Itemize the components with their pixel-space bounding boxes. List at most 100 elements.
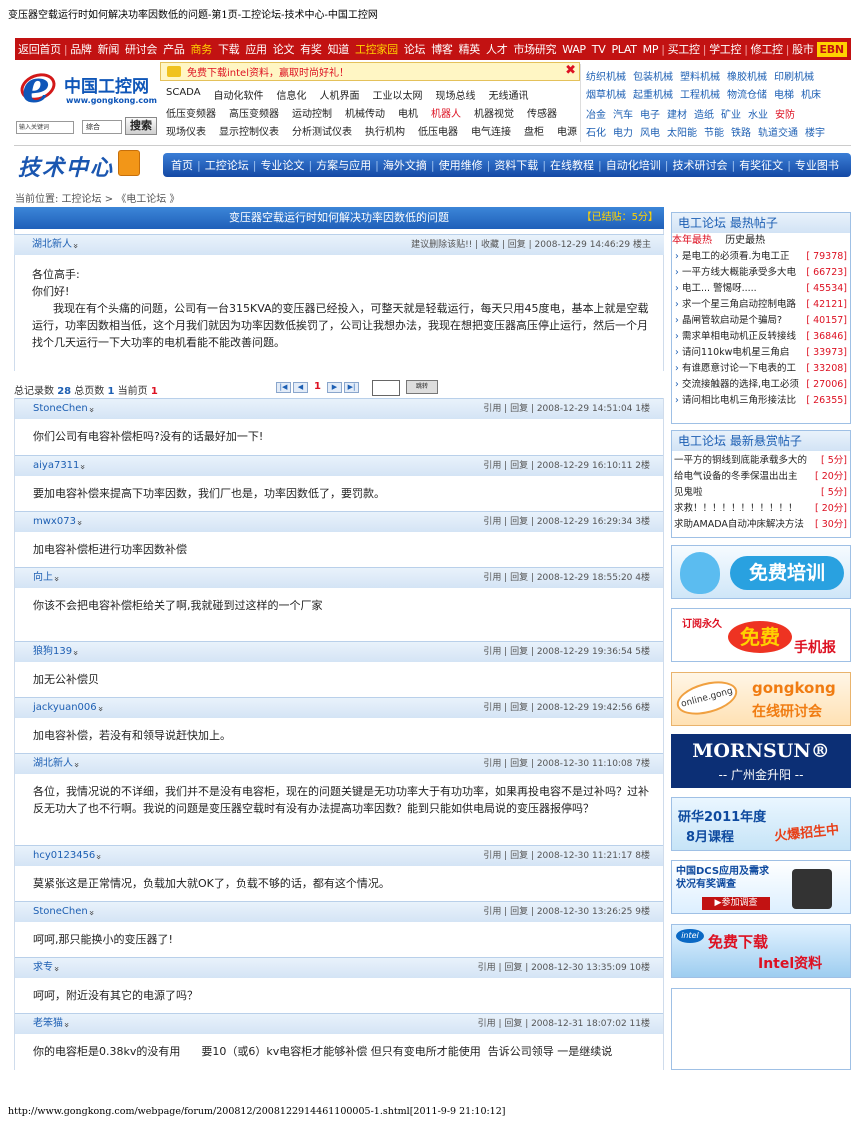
category-link[interactable]: 机器视觉 (474, 105, 514, 120)
hot-post-item[interactable]: 求一个星三角启动控制电路 [ 42121] (672, 297, 850, 313)
sub-nav-item[interactable]: 自动化培训 (602, 157, 665, 173)
category-link[interactable]: 运动控制 (292, 105, 332, 120)
reply-author-link[interactable]: 求专 (33, 958, 59, 978)
hot-post-title[interactable]: 请问相比电机三角形接法比 (682, 395, 796, 406)
reply-author-link[interactable]: jackyuan006 (33, 698, 102, 718)
top-nav-item[interactable]: 知道 (325, 41, 352, 57)
ad-dcs-button[interactable]: ▶参加调查 (702, 897, 770, 910)
op-post-meta[interactable]: 建议删除该贴!! | 收藏 | 回复 | 2008-12-29 14:46:29… (411, 235, 651, 255)
category-link[interactable]: 太阳能 (667, 128, 697, 139)
category-link[interactable]: 电梯 (774, 90, 794, 101)
category-link[interactable]: 起重机械 (633, 90, 673, 101)
ad-intel-download[interactable]: intel 免费下载 Intel资料 (671, 924, 851, 978)
category-link[interactable]: 冶金 (586, 110, 606, 121)
reward-post-title[interactable]: 给电气设备的冬季保温出出主 (674, 471, 798, 482)
reply-meta[interactable]: 引用 | 回复 | 2008-12-30 13:35:09 10楼 (478, 958, 650, 978)
sub-nav-item[interactable]: 专业论文 (256, 157, 308, 173)
reward-post-title[interactable]: 一平方的铜线到底能承载多大的 (674, 455, 807, 466)
hot-post-item[interactable]: 有谁愿意讨论一下电表的工 [ 33208] (672, 361, 850, 377)
reply-author-link[interactable]: StoneChen (33, 399, 93, 419)
reply-meta[interactable]: 引用 | 回复 | 2008-12-30 11:21:17 8楼 (483, 846, 650, 866)
category-link[interactable]: 现场总线 (436, 87, 476, 102)
category-link[interactable]: 工业以太网 (373, 87, 423, 102)
top-nav-item[interactable]: 返回首页 (15, 41, 64, 57)
top-nav-item[interactable]: 买工控 (665, 41, 703, 57)
reward-post-item[interactable]: 求助AMADA自动冲床解决方法 [ 30分] (672, 517, 850, 533)
sub-nav-item[interactable]: 资料下载 (490, 157, 542, 173)
top-nav-item[interactable]: 论文 (270, 41, 297, 57)
hot-post-item[interactable]: 是电工的必须看.为电工正 [ 79378] (672, 249, 850, 265)
reward-post-item[interactable]: 给电气设备的冬季保温出出主 [ 20分] (672, 469, 850, 485)
category-link[interactable]: 电子 (640, 110, 660, 121)
hot-post-title[interactable]: 需求单相电动机正反转接线 (682, 331, 796, 342)
hot-post-title[interactable]: 请问110kw电机星三角启 (682, 347, 789, 358)
reply-meta[interactable]: 引用 | 回复 | 2008-12-29 19:36:54 5楼 (483, 642, 650, 662)
reward-post-item[interactable]: 见鬼啦 [ 5分] (672, 485, 850, 501)
category-link[interactable]: 低压电器 (418, 123, 458, 138)
hot-post-title[interactable]: 电工... 警惕呀..... (682, 283, 757, 294)
ad-advantech-course[interactable]: 研华2011年度 8月课程 火爆招生中 (671, 797, 851, 851)
category-link[interactable]: 安防 (775, 110, 795, 121)
category-link[interactable]: 低压变频器 (166, 105, 216, 120)
reply-meta[interactable]: 引用 | 回复 | 2008-12-29 16:29:34 3楼 (483, 512, 650, 532)
sub-nav-item[interactable]: 专业图书 (791, 157, 843, 173)
category-link[interactable]: 纺织机械 (586, 72, 626, 83)
category-link[interactable]: 水业 (748, 110, 768, 121)
hot-post-item[interactable]: 一平方线大概能承受多大电 [ 66723] (672, 265, 850, 281)
category-link[interactable]: 矿业 (721, 110, 741, 121)
hot-post-item[interactable]: 电工... 警惕呀..... [ 45534] (672, 281, 850, 297)
ad-online-seminar[interactable]: online.gong gongkong 在线研讨会 (671, 672, 851, 726)
category-link[interactable]: 现场仪表 (166, 123, 206, 138)
close-icon[interactable]: ✖ (565, 63, 576, 78)
category-link[interactable]: 建材 (667, 110, 687, 121)
sub-nav-item[interactable]: 首页 (167, 157, 197, 173)
reward-post-item[interactable]: 求救！！！！！！！！！！！ [ 20分] (672, 501, 850, 517)
tab-history-hot[interactable]: 历史最热 (725, 235, 765, 246)
top-nav-item[interactable]: 工控家园 (352, 41, 401, 57)
top-nav-item[interactable]: 人才 (483, 41, 510, 57)
top-nav-item[interactable]: 产品 (160, 41, 187, 57)
ad-free-training[interactable]: 免费培训 (671, 545, 851, 599)
hot-post-item[interactable]: 请问相比电机三角形接法比 [ 26355] (672, 393, 850, 409)
promo-bar[interactable]: 免费下载intel资料，赢取时尚好礼！ ✖ (160, 62, 580, 81)
hot-post-title[interactable]: 一平方线大概能承受多大电 (682, 267, 796, 278)
top-nav-item[interactable]: EBN (816, 41, 847, 57)
reply-author-link[interactable]: mwx073 (33, 512, 81, 532)
op-author-link[interactable]: 湖北新人 (32, 235, 78, 255)
category-link[interactable]: 电机 (398, 105, 418, 120)
category-link[interactable]: 显示控制仪表 (219, 123, 279, 138)
top-nav-item[interactable]: 论坛 (401, 41, 428, 57)
reply-author-link[interactable]: hcy0123456 (33, 846, 101, 866)
category-link[interactable]: 机械传动 (345, 105, 385, 120)
category-link[interactable]: 盘柜 (524, 123, 544, 138)
category-link[interactable]: 橡胶机械 (727, 72, 767, 83)
reward-post-title[interactable]: 求助AMADA自动冲床解决方法 (674, 519, 804, 530)
category-link[interactable]: 物流仓储 (727, 90, 767, 101)
category-link[interactable]: 机器人 (431, 105, 461, 120)
category-link[interactable]: 铁路 (731, 128, 751, 139)
reply-author-link[interactable]: StoneChen (33, 902, 93, 922)
reply-meta[interactable]: 引用 | 回复 | 2008-12-29 16:10:11 2楼 (483, 456, 650, 476)
sub-nav-item[interactable]: 方案与应用 (312, 157, 375, 173)
tab-year-hot[interactable]: 本年最热 (672, 235, 712, 246)
ad-mornsun[interactable]: MORNSUN® -- 广州金升阳 -- (671, 734, 851, 788)
hot-post-item[interactable]: 晶闸管软启动是个骗局? [ 40157] (672, 313, 850, 329)
breadcrumb[interactable]: 当前位置: 工控论坛 > 《电工论坛 》 (15, 190, 179, 205)
search-input[interactable]: 输入关键词 (16, 121, 74, 134)
category-link[interactable]: 分析测试仪表 (292, 123, 352, 138)
pager-nav-button[interactable]: ◀ (293, 382, 308, 393)
reply-meta[interactable]: 引用 | 回复 | 2008-12-30 13:26:25 9楼 (483, 902, 650, 922)
reply-meta[interactable]: 引用 | 回复 | 2008-12-29 19:42:56 6楼 (483, 698, 650, 718)
category-link[interactable]: 无线通讯 (489, 87, 529, 102)
reply-meta[interactable]: 引用 | 回复 | 2008-12-29 18:55:20 4楼 (483, 568, 650, 588)
reply-author-link[interactable]: 老笨猫 (33, 1014, 69, 1034)
category-link[interactable]: 工程机械 (680, 90, 720, 101)
category-link[interactable]: 执行机构 (365, 123, 405, 138)
hot-post-title[interactable]: 求一个星三角启动控制电路 (682, 299, 796, 310)
top-nav-item[interactable]: 博客 (428, 41, 455, 57)
hot-post-title[interactable]: 晶闸管软启动是个骗局? (682, 315, 782, 326)
sub-nav-item[interactable]: 使用维修 (435, 157, 487, 173)
reply-meta[interactable]: 引用 | 回复 | 2008-12-29 14:51:04 1楼 (483, 399, 650, 419)
top-nav-item[interactable]: 有奖 (297, 41, 324, 57)
top-nav-item[interactable]: 学工控 (706, 41, 744, 57)
